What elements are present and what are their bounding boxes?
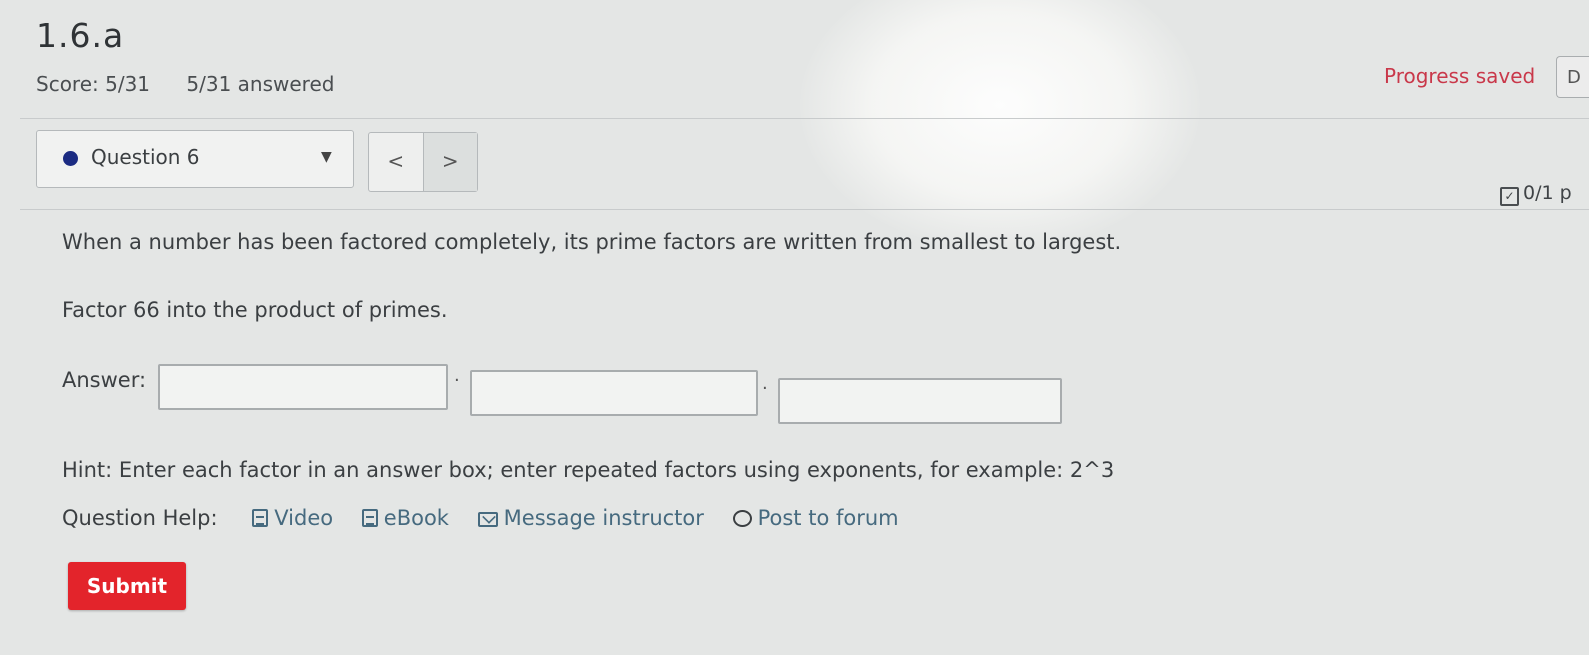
top-right-button[interactable]: D [1556,56,1589,98]
submit-button[interactable]: Submit [68,562,186,610]
previous-question-button[interactable]: < [369,133,424,191]
points-text: 0/1 p [1523,182,1572,204]
speech-bubble-icon [732,510,752,527]
progress-status: Progress saved [1384,64,1536,88]
video-link-label: Video [274,506,334,530]
question-points: ✓ 0/1 p [1500,182,1572,206]
question-instruction: Factor 66 into the product of primes. [62,298,448,322]
chevron-down-icon: ▼ [321,149,332,165]
score-line: Score: 5/31 5/31 answered [36,72,364,96]
question-nav-arrows: < > [368,132,478,192]
document-icon [252,509,269,527]
video-link[interactable]: Video [252,506,333,530]
assignment-title: 1.6.a [36,16,125,55]
post-to-forum-link[interactable]: Post to forum [732,506,899,530]
question-help-row: Question Help: Video eBook Message instr… [62,506,921,530]
answer-label: Answer: [62,368,147,392]
question-intro: When a number has been factored complete… [62,230,1122,254]
answer-box-3[interactable] [778,378,1062,424]
checkbox-icon: ✓ [1500,187,1519,206]
question-select[interactable]: Question 6 ▼ [36,130,354,188]
multiply-separator: · [454,370,460,391]
message-instructor-link[interactable]: Message instructor [477,506,704,530]
document-icon [361,509,378,527]
ebook-link[interactable]: eBook [361,506,449,530]
multiply-separator: · [762,378,768,399]
question-select-label: Question 6 [91,145,200,169]
next-question-button[interactable]: > [423,133,477,191]
answered-count: 5/31 answered [186,72,335,96]
hint-text: Hint: Enter each factor in an answer box… [62,458,1115,482]
ebook-link-label: eBook [383,506,449,530]
message-instructor-label: Message instructor [503,506,704,530]
envelope-icon [477,512,498,527]
answer-box-1[interactable] [158,364,448,410]
question-help-label: Question Help: [62,506,218,530]
score-text: Score: 5/31 [36,72,151,96]
question-status-dot [63,151,78,166]
post-to-forum-label: Post to forum [757,506,899,530]
answer-box-2[interactable] [470,370,758,416]
